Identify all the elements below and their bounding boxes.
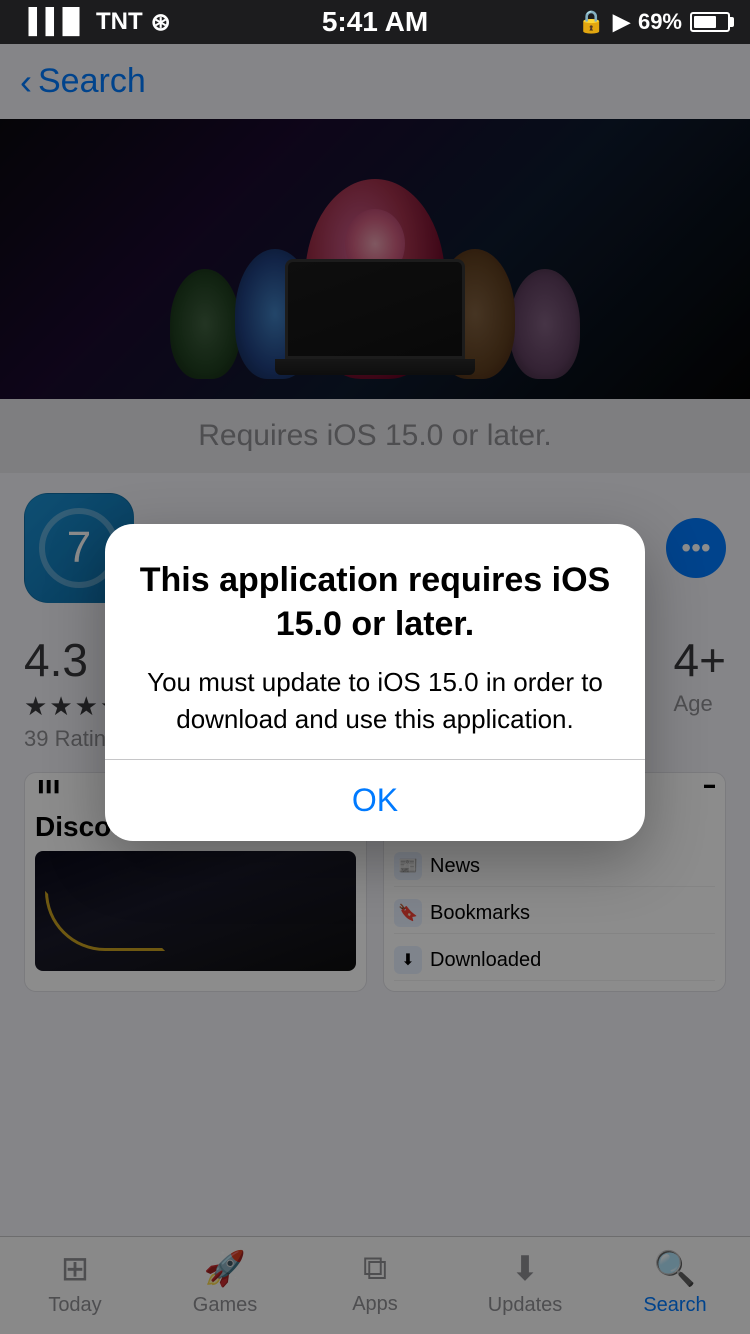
modal-body: This application requires iOS 15.0 or la… <box>105 524 645 759</box>
modal-ok-button[interactable]: OK <box>105 760 645 841</box>
modal-dialog: This application requires iOS 15.0 or la… <box>105 524 645 841</box>
modal-message: You must update to iOS 15.0 in order to … <box>135 664 615 737</box>
modal-title: This application requires iOS 15.0 or la… <box>135 558 615 646</box>
carrier-label: TNT <box>96 8 143 36</box>
status-bar: ▐▐▐▌ TNT ⊛ 5:41 AM 🔒 ▶ 69% <box>0 0 750 44</box>
modal-overlay: This application requires iOS 15.0 or la… <box>0 44 750 1334</box>
battery-pct: 69% <box>638 9 682 35</box>
battery-fill <box>694 16 716 28</box>
status-time: 5:41 AM <box>322 6 428 38</box>
lock-icon: 🔒 <box>578 9 605 35</box>
location-icon: ▶ <box>613 9 630 35</box>
scroll-area: ‹ Search Requires iOS 15.0 or later. <box>0 44 750 1334</box>
modal-actions: OK <box>105 760 645 841</box>
battery-icon <box>690 12 730 32</box>
signal-icon: ▐▐▐▌ <box>20 8 88 36</box>
status-right: 🔒 ▶ 69% <box>578 9 730 35</box>
status-left: ▐▐▐▌ TNT ⊛ <box>20 8 171 37</box>
wifi-icon: ⊛ <box>151 8 171 37</box>
